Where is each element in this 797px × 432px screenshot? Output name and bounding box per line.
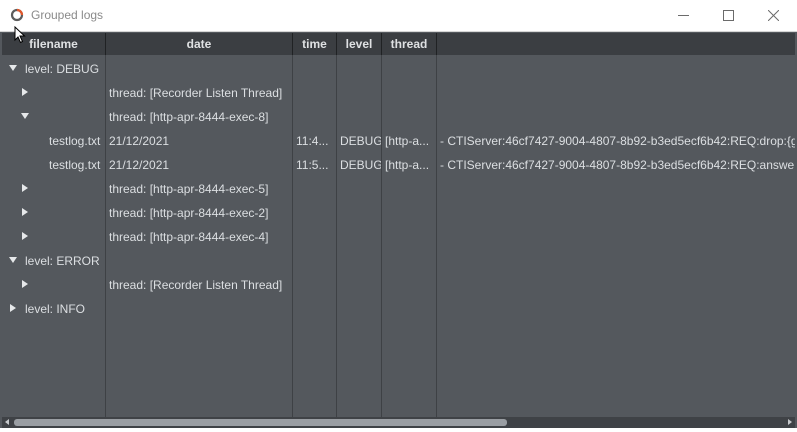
cell-date: 21/12/2021 [109,134,170,148]
collapsed-icon[interactable] [22,208,28,216]
table-header: filename date time level thread [2,33,795,55]
close-button[interactable] [750,0,796,31]
minimize-button[interactable] [660,0,706,31]
close-icon [768,10,779,21]
tree-row-level-error[interactable]: level: ERROR [2,249,795,273]
column-header-date[interactable]: date [106,33,293,55]
collapsed-icon[interactable] [22,232,28,240]
maximize-icon [723,10,734,21]
minimize-icon [678,15,689,16]
column-header-thread[interactable]: thread [382,33,437,55]
column-header-time[interactable]: time [293,33,337,55]
table-row[interactable]: testlog.txt 21/12/2021 11:4... DEBUG [ht… [2,129,795,153]
collapsed-icon[interactable] [22,280,28,288]
horizontal-scrollbar[interactable] [2,417,795,428]
tree-row-thread[interactable]: thread: [http-apr-8444-exec-2] [2,201,795,225]
column-header-level[interactable]: level [337,33,382,55]
window-bottom-edge [0,428,797,432]
maximize-button[interactable] [705,0,751,31]
expanded-icon[interactable] [9,65,17,71]
app-icon [10,8,24,22]
cell-level: DEBUG [340,134,381,148]
cell-filename: testlog.txt [49,134,101,148]
column-header-message[interactable] [437,33,795,55]
group-label: thread: [http-apr-8444-exec-2] [109,206,269,220]
cell-date: 21/12/2021 [109,158,170,172]
cell-time: 11:5... [296,158,329,172]
scroll-left-icon[interactable] [5,419,9,425]
group-label: thread: [http-apr-8444-exec-4] [109,230,269,244]
expanded-icon[interactable] [21,113,29,119]
group-label: thread: [http-apr-8444-exec-8] [109,110,269,124]
group-label: thread: [http-apr-8444-exec-5] [109,182,269,196]
mouse-cursor-icon [14,26,26,44]
window-title: Grouped logs [31,8,104,22]
tree-row-level-info[interactable]: level: INFO [2,297,795,321]
group-label: level: DEBUG [25,62,100,76]
collapsed-icon[interactable] [22,184,28,192]
tree-row-thread[interactable]: thread: [http-apr-8444-exec-5] [2,177,795,201]
cell-time: 11:4... [296,134,329,148]
cell-filename: testlog.txt [49,158,101,172]
group-label: level: ERROR [25,254,100,268]
tree-row-thread[interactable]: thread: [Recorder Listen Thread] [2,273,795,297]
collapsed-icon[interactable] [10,304,16,312]
cell-thread: [http-a... [385,158,430,172]
group-label: thread: [Recorder Listen Thread] [109,278,283,292]
tree-row-thread[interactable]: thread: [http-apr-8444-exec-4] [2,225,795,249]
group-label: thread: [Recorder Listen Thread] [109,86,283,100]
cell-thread: [http-a... [385,134,430,148]
cell-level: DEBUG [340,158,381,172]
scroll-right-icon[interactable] [788,419,792,425]
group-label: level: INFO [25,302,86,316]
scrollbar-thumb[interactable] [14,419,507,426]
tree-row-level-debug[interactable]: level: DEBUG [2,57,795,81]
title-bar[interactable]: Grouped logs [0,0,797,32]
cell-message: - CTIServer:46cf7427-9004-4807-8b92-b3ed… [440,134,795,148]
tree-row-thread[interactable]: thread: [Recorder Listen Thread] [2,81,795,105]
tree-row-thread[interactable]: thread: [http-apr-8444-exec-8] [2,105,795,129]
grouped-logs-window: Grouped logs filename date time level th… [0,0,797,432]
expanded-icon[interactable] [9,257,17,263]
cell-message: - CTIServer:46cf7427-9004-4807-8b92-b3ed… [440,158,795,172]
collapsed-icon[interactable] [22,88,28,96]
table-row[interactable]: testlog.txt 21/12/2021 11:5... DEBUG [ht… [2,153,795,177]
